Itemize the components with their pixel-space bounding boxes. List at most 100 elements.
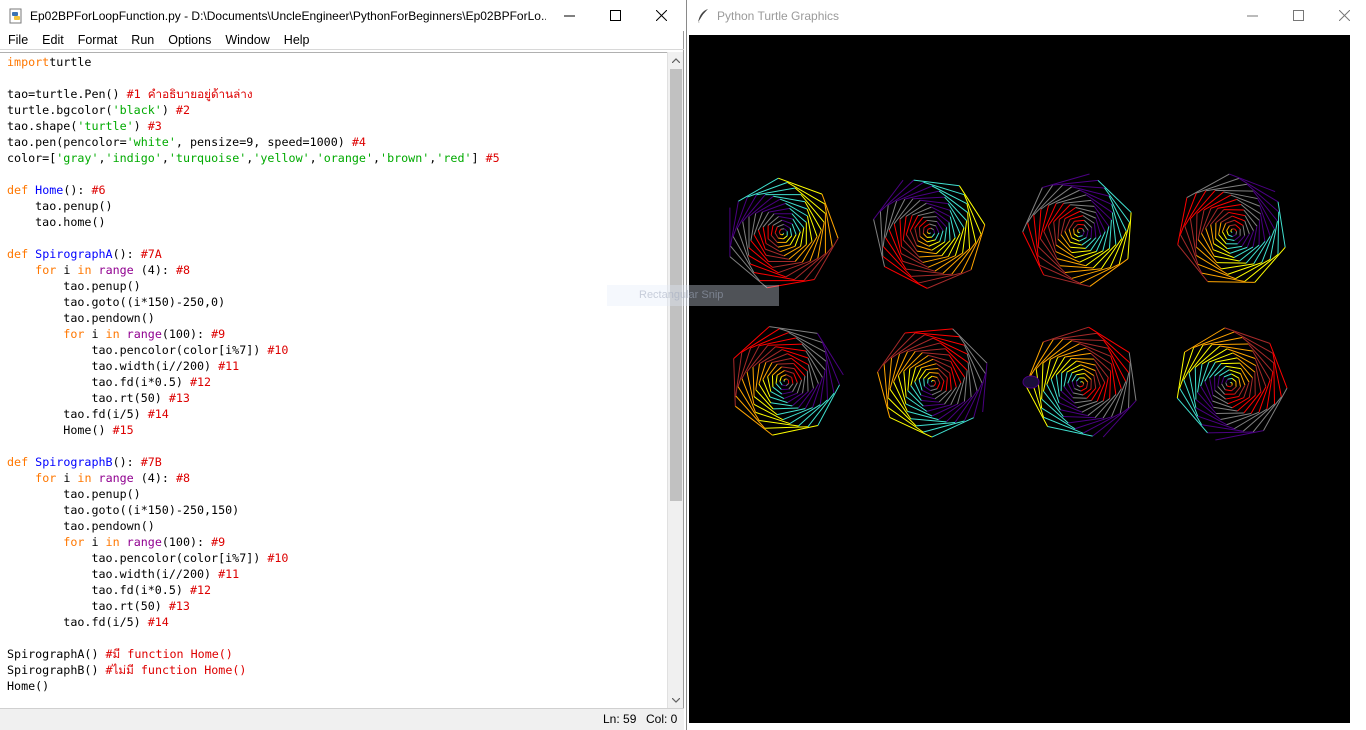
code-token: 'orange' [316, 151, 373, 165]
spiro-segment [1243, 391, 1262, 414]
spiro-segment [927, 375, 933, 380]
spiro-segment [935, 225, 940, 234]
spiro-segment [801, 236, 818, 263]
code-line: def Home(): #6 [7, 182, 500, 198]
minimize-button[interactable] [546, 0, 592, 31]
menu-run[interactable]: Run [123, 31, 160, 50]
menu-bar: File Edit Format Run Options Window Help [0, 31, 684, 50]
spiro-segment [780, 228, 785, 230]
spiro-segment [824, 351, 835, 394]
code-token: #2 [175, 103, 190, 117]
close-icon [1338, 10, 1350, 21]
code-token: range [98, 471, 134, 485]
turtle-close-button[interactable] [1321, 0, 1366, 31]
code-token: 'red' [436, 151, 472, 165]
code-token: (): [112, 247, 141, 261]
scroll-down-arrow-icon[interactable] [668, 692, 684, 708]
spiro-segment [774, 232, 779, 239]
spiro-segment [1075, 381, 1078, 386]
menu-help[interactable]: Help [276, 31, 316, 50]
menu-format[interactable]: Format [70, 31, 124, 50]
spiro-segment [1179, 347, 1195, 389]
idle-title-bar[interactable]: Ep02BPForLoopFunction.py - D:\Documents\… [0, 0, 684, 31]
spiro-segment [883, 364, 889, 408]
code-token: tao.fd(i/5) [7, 615, 148, 629]
spiro-segment [1071, 381, 1075, 389]
code-line: tao.penup() [7, 198, 500, 214]
turtle-canvas[interactable] [689, 35, 1350, 723]
spiro-segment [936, 382, 941, 389]
spiro-segment [919, 236, 928, 243]
python-file-icon [8, 8, 24, 24]
code-token: #7A [140, 247, 162, 261]
spiro-segment [1082, 231, 1085, 236]
spiro-segment [778, 231, 781, 235]
spiro-segment [1231, 377, 1237, 382]
spiro-segment [923, 378, 925, 387]
code-line: tao.fd(i/5) #14 [7, 614, 500, 630]
spiro-segment [1073, 224, 1079, 230]
code-token: tao.rt(50) [7, 391, 169, 405]
code-line: importturtle [7, 54, 500, 70]
spiro-segment [887, 357, 893, 398]
code-token: , [98, 151, 106, 165]
code-line: tao.pen(pencolor='white', pensize=9, spe… [7, 134, 500, 150]
code-line: tao.penup() [7, 486, 500, 502]
spiro-segment [1037, 209, 1042, 247]
spiro-segment [1043, 390, 1064, 417]
spiro-segment [765, 254, 789, 260]
turtle-title-bar[interactable]: Python Turtle Graphics [687, 0, 1366, 31]
code-token: , [309, 151, 317, 165]
spiro-segment [1085, 230, 1089, 238]
spiro-segment [782, 407, 813, 421]
spiro-segment [778, 229, 782, 233]
code-token: def [7, 183, 29, 197]
spiro-segment [1220, 413, 1252, 420]
menu-window[interactable]: Window [217, 31, 275, 50]
spiro-segment [1060, 372, 1063, 392]
spiro-segment [1229, 385, 1233, 388]
spiro-segment [1215, 189, 1254, 192]
turtle-cursor-icon [1022, 375, 1040, 389]
turtle-maximize-button[interactable] [1275, 0, 1321, 31]
code-line: tao.shape('turtle') #3 [7, 118, 500, 134]
spiro-segment [800, 227, 805, 247]
code-token: in [77, 471, 92, 485]
scroll-up-arrow-icon[interactable] [668, 52, 684, 68]
spiro-segment [732, 236, 755, 273]
spiro-segment [929, 232, 931, 234]
code-token: #14 [147, 615, 169, 629]
spiro-segment [925, 367, 939, 371]
code-line: SpirographA() #มี function Home() [7, 646, 500, 662]
spiro-segment [918, 379, 923, 391]
spiro-segment [778, 237, 784, 240]
turtle-drawing [729, 173, 1288, 441]
spiro-segment [930, 388, 938, 392]
code-line: tao.fd(i*0.5) #12 [7, 374, 500, 390]
code-token: for [63, 327, 85, 341]
maximize-button[interactable] [592, 0, 638, 31]
close-button[interactable] [638, 0, 684, 31]
spiro-segment [920, 394, 935, 400]
code-token: 'yellow' [253, 151, 310, 165]
vertical-scrollbar[interactable] [667, 52, 683, 708]
spiro-segment [772, 366, 782, 376]
spiro-segment [1079, 237, 1087, 242]
code-token: 'white' [126, 135, 176, 149]
spiro-segment [1228, 234, 1233, 238]
menu-edit[interactable]: Edit [34, 31, 70, 50]
menu-options[interactable]: Options [160, 31, 217, 50]
code-token: SpirographB() [7, 663, 106, 677]
menu-file[interactable]: File [0, 31, 34, 50]
code-line: turtle.bgcolor('black') #2 [7, 102, 500, 118]
turtle-minimize-button[interactable] [1229, 0, 1275, 31]
code-token: (4): [133, 263, 176, 277]
spiro-segment [909, 230, 918, 246]
spiro-segment [1234, 228, 1237, 232]
spiro-segment [1073, 228, 1075, 235]
code-editor[interactable]: importturtle tao=turtle.Pen() #1 คำอธิบา… [0, 52, 667, 708]
spiro-segment [933, 383, 936, 387]
code-token: in [105, 535, 120, 549]
spiro-segment [1224, 327, 1271, 344]
